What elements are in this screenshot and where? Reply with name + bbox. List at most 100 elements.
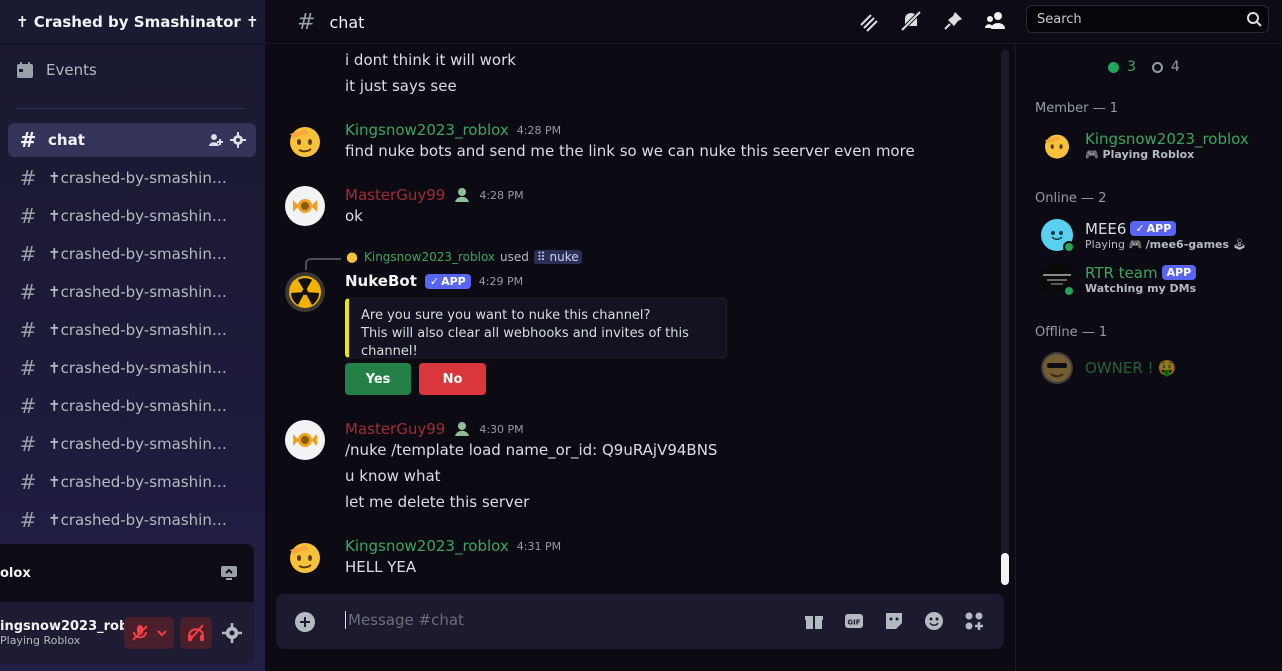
add-member-icon[interactable] — [208, 132, 224, 148]
reply-reference[interactable]: Kingsnow2023_roblox used ⠿ nuke — [345, 250, 582, 264]
reply-user: Kingsnow2023_roblox — [364, 250, 496, 264]
saluting-face-icon — [1045, 134, 1069, 159]
avatar[interactable] — [285, 272, 325, 312]
user-info[interactable]: ingsnow2023_rob... Playing Roblox — [0, 619, 124, 647]
member-list-icon[interactable] — [983, 9, 1007, 33]
member-item[interactable]: OWNER ! 🤑 — [1041, 352, 1176, 384]
avatar — [1041, 263, 1075, 297]
avatar — [1041, 219, 1075, 253]
member-name-row: MEE6 ✓ APP — [1085, 220, 1247, 238]
author-name[interactable]: MasterGuy99 — [345, 186, 445, 204]
settings-gear-icon[interactable] — [222, 623, 242, 643]
channel-item[interactable]: # ✝crashed-by-smashinator — [8, 351, 256, 385]
channel-item[interactable]: # ✝crashed-by-smashinator — [8, 313, 256, 347]
scrollbar-thumb[interactable] — [1001, 553, 1009, 585]
member-section-header: Offline — 1 — [1035, 325, 1108, 340]
message-text: let me delete this server — [345, 493, 530, 511]
money-face-icon: 🤑 — [1157, 359, 1177, 377]
server-header[interactable]: ✝ Crashed by Smashinator ✝ — [0, 0, 265, 44]
online-status-icon — [1063, 241, 1075, 253]
deafen-button[interactable] — [180, 617, 212, 649]
search-placeholder: Search — [1037, 12, 1082, 27]
author-name[interactable]: NukeBot — [345, 272, 417, 290]
channel-name: ✝crashed-by-smashinator — [48, 169, 228, 187]
member-item[interactable]: RTR team APP Watching my DMs — [1041, 263, 1197, 297]
events-item[interactable]: Events — [16, 61, 97, 79]
channel-name: ✝crashed-by-smashinator — [48, 359, 228, 377]
apps-icon[interactable] — [964, 611, 984, 631]
timestamp: 4:28 PM — [479, 188, 524, 202]
hash-icon: # — [19, 204, 37, 228]
author-name[interactable]: MasterGuy99 — [345, 420, 445, 438]
screen-share-icon[interactable] — [220, 565, 238, 581]
message-text: /nuke /template load name_or_id: Q9uRAjV… — [345, 441, 718, 459]
avatar — [1041, 129, 1073, 161]
threads-icon[interactable] — [857, 9, 881, 33]
avatar[interactable] — [285, 420, 325, 460]
message-composer[interactable]: Message #chat GIF — [276, 594, 1004, 649]
channel-item[interactable]: # ✝crashed-by-smashinator — [8, 275, 256, 309]
no-button[interactable]: No — [419, 363, 486, 395]
hash-icon: # — [19, 470, 37, 494]
channel-item[interactable]: # ✝crashed-by-smashinator — [8, 389, 256, 423]
activity-row[interactable]: olox — [0, 544, 254, 602]
channel-item[interactable]: # ✝crashed-by-smashinator — [8, 427, 256, 461]
chat-scrollbar[interactable] — [1001, 50, 1009, 585]
channel-name: ✝crashed-by-smashinator — [48, 207, 228, 225]
online-dot-icon — [1108, 61, 1119, 73]
offline-count-value: 4 — [1170, 59, 1180, 75]
avatar[interactable] — [285, 186, 325, 226]
reply-connector — [305, 258, 341, 270]
mute-button[interactable] — [124, 617, 174, 649]
channel-name: ✝crashed-by-smashinator — [48, 473, 228, 491]
author-name[interactable]: Kingsnow2023_roblox — [345, 537, 509, 555]
member-item[interactable]: Kingsnow2023_roblox 🎮 Playing Roblox — [1041, 129, 1249, 161]
hash-icon: # — [19, 394, 37, 418]
gear-icon[interactable] — [230, 132, 246, 148]
yes-button[interactable]: Yes — [345, 363, 411, 395]
message-text: i dont think it will work — [345, 51, 516, 69]
candy-icon — [293, 433, 317, 447]
avatar[interactable] — [285, 536, 325, 576]
gift-icon[interactable] — [804, 611, 824, 631]
activity-name: olox — [0, 565, 31, 581]
message-input[interactable]: Message #chat — [345, 611, 464, 629]
online-status-icon — [1063, 285, 1075, 297]
channel-name: ✝crashed-by-smashinator — [48, 321, 228, 339]
channel-header: # chat Search — [265, 0, 1282, 44]
member-activity-text: /mee6-games — [1145, 237, 1230, 251]
mee6-face-icon — [1051, 231, 1063, 240]
channel-item-chat[interactable]: # chat — [8, 123, 256, 157]
message-header: Kingsnow2023_roblox 4:31 PM — [345, 537, 561, 555]
search-input[interactable]: Search — [1026, 5, 1269, 33]
emoji-icon[interactable] — [924, 611, 944, 631]
hash-icon: # — [19, 508, 37, 532]
gif-icon[interactable]: GIF — [844, 611, 864, 631]
channel-item[interactable]: # ✝crashed-by-smashinator — [8, 465, 256, 499]
user-panel: olox ingsnow2023_rob... Playing Roblox — [0, 544, 254, 664]
member-activity: Watching my DMs — [1085, 281, 1197, 295]
timestamp: 4:30 PM — [479, 422, 524, 436]
notifications-muted-icon[interactable] — [899, 9, 923, 33]
channel-name: ✝crashed-by-smashinator — [48, 435, 228, 453]
channel-name: ✝crashed-by-smashinator — [48, 511, 228, 529]
member-name-row: OWNER ! 🤑 — [1085, 359, 1176, 377]
app-badge-label: APP — [441, 274, 466, 288]
author-name[interactable]: Kingsnow2023_roblox — [345, 121, 509, 139]
channel-item[interactable]: # ✝crashed-by-smashinator — [8, 199, 256, 233]
message-header: MasterGuy99 4:30 PM — [345, 420, 524, 438]
avatar[interactable] — [285, 120, 325, 160]
add-attachment-icon[interactable] — [294, 611, 316, 633]
rtr-logo-icon — [1043, 274, 1071, 285]
channel-item[interactable]: # ✝crashed-by-smashinator — [8, 503, 256, 537]
channel-item[interactable]: # ✝crashed-by-smashinator — [8, 237, 256, 271]
channel-item[interactable]: # ✝crashed-by-smashinator — [8, 161, 256, 195]
pin-icon[interactable] — [941, 9, 965, 33]
search-icon — [1247, 12, 1262, 27]
member-item[interactable]: MEE6 ✓ APP Playing 🎮 /mee6-games 🕹 — [1041, 219, 1247, 253]
message-embed: Are you sure you want to nuke this chann… — [345, 298, 727, 359]
member-name: Kingsnow2023_roblox — [1085, 129, 1249, 148]
sticker-icon[interactable] — [884, 611, 904, 631]
message-text: u know what — [345, 467, 441, 485]
avatar — [1041, 352, 1073, 384]
